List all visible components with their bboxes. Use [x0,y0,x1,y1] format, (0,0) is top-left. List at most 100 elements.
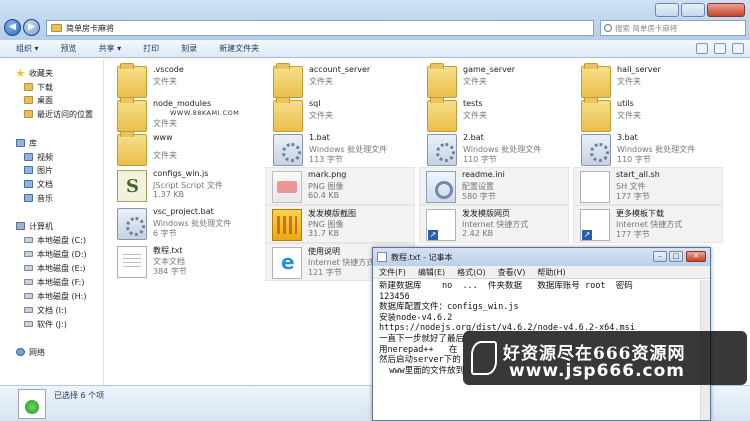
minimize-button[interactable] [655,3,679,17]
drive-icon [24,293,33,299]
batch-file-icon [427,134,457,166]
folder-icon [117,131,147,166]
sidebar-item-drive-i[interactable]: 文档 (I:) [24,304,67,316]
file-item[interactable]: utils 文件夹 [575,97,725,135]
search-input[interactable]: 搜索 简单房卡麻将 [600,20,746,36]
ini-file-icon [426,171,456,203]
new-folder-button[interactable]: 新建文件夹 [219,43,259,54]
notepad-close-button[interactable]: ✕ [686,251,706,262]
file-item-selected[interactable]: start_all.sh SH 文件 177 字节 [573,167,723,205]
menu-edit[interactable]: 编辑(E) [418,267,445,278]
sidebar-item-drive-h[interactable]: 本地磁盘 (H:) [24,290,87,302]
sidebar-item-music[interactable]: 音乐 [24,192,53,204]
selection-status: 已选择 6 个项 [54,391,105,400]
folder-icon [427,97,457,132]
view-options-icon[interactable] [696,43,708,54]
file-item[interactable]: .vscode 文件夹 [111,63,261,101]
share-button[interactable]: 共享 ▾ [99,43,122,54]
sidebar-item-documents[interactable]: 文档 [24,178,53,190]
notepad-minimize-button[interactable]: – [653,251,667,262]
batch-file-icon [273,134,303,166]
file-item[interactable]: tests 文件夹 [421,97,571,135]
burn-button[interactable]: 刻录 [181,43,197,54]
file-item[interactable]: game_server 文件夹 [421,63,571,101]
folder-icon [24,83,33,91]
organize-button[interactable]: 组织 ▾ [16,43,39,54]
preview-pane-icon[interactable] [714,43,726,54]
shortcut-icon [580,209,610,241]
notepad-icon [377,252,387,262]
sidebar-item-videos[interactable]: 视频 [24,151,53,163]
folder-icon [51,24,62,32]
sidebar-item-downloads[interactable]: 下载 [24,81,53,93]
folder-icon [273,63,303,98]
sh-file-icon [580,171,610,203]
sidebar-item-computer[interactable]: 计算机 [16,220,53,232]
sidebar-item-drive-d[interactable]: 本地磁盘 (D:) [24,248,87,260]
print-button[interactable]: 打印 [143,43,159,54]
file-item[interactable]: configs_win.jsJScript Script 文件1.37 KB [111,167,261,205]
search-icon [604,24,612,32]
sidebar-item-desktop[interactable]: 桌面 [24,94,53,106]
notepad-title: 教程.txt - 记事本 [391,253,453,262]
sidebar-item-libraries[interactable]: 库 [16,137,37,149]
sidebar-item-pictures[interactable]: 图片 [24,164,53,176]
sidebar-item-drive-e[interactable]: 本地磁盘 (E:) [24,262,86,274]
batch-file-icon [117,208,147,240]
folder-icon [581,63,611,98]
watermark-stamp: 好资源尽在666资源网 www.jsp666.com [463,331,747,385]
sidebar-item-drive-c[interactable]: 本地磁盘 (C:) [24,234,86,246]
file-item[interactable]: 2.bat Windows 批处理文件 110 字节 [421,131,571,169]
menu-file[interactable]: 文件(F) [379,267,406,278]
folder-icon [117,97,147,132]
forward-button[interactable]: ▶ [23,19,40,36]
menu-format[interactable]: 格式(O) [457,267,486,278]
file-item[interactable]: account_server 文件夹 [267,63,417,101]
batch-file-icon [581,134,611,166]
drive-icon [24,237,33,243]
sidebar-item-favorites[interactable]: 收藏夹 [16,67,53,79]
address-bar[interactable]: 简单房卡麻将 [46,20,594,36]
sidebar-item-drive-j[interactable]: 软件 (J:) [24,318,67,330]
folder-icon [117,63,147,98]
sidebar-item-network[interactable]: 网络 [16,346,45,358]
folder-icon [273,97,303,132]
image-thumb-icon [272,209,302,241]
file-item-selected[interactable]: 发发模版网页Internet 快捷方式2.42 KB [419,205,569,243]
image-file-icon [272,171,302,203]
file-item[interactable]: sql 文件夹 [267,97,417,135]
drive-icon [24,265,33,271]
file-item-selected[interactable]: readme.ini 配置设置 580 字节 [419,167,569,205]
file-item[interactable]: vsc_project.bat Windows 批处理文件 6 字节 [111,205,261,243]
site-watermark: WWW.88KAMI.COM [170,109,240,117]
library-icon [24,166,33,174]
navigation-pane: 收藏夹 下载 桌面 最近访问的位置 库 视频 图片 文档 音乐 计算机 本地磁盘… [0,59,104,385]
star-icon [16,69,25,77]
file-item-selected[interactable]: mark.png PNG 图像 60.4 KB [265,167,415,205]
folder-icon [24,110,33,118]
maximize-button[interactable] [681,3,705,17]
drive-icon [24,279,33,285]
file-item[interactable]: 3.bat Windows 批处理文件 110 字节 [575,131,725,169]
file-item[interactable]: hall_server 文件夹 [575,63,725,101]
close-button[interactable] [707,3,745,17]
notepad-maximize-button[interactable]: □ [669,251,683,262]
sidebar-item-recent[interactable]: 最近访问的位置 [24,108,93,120]
menu-view[interactable]: 查看(V) [498,267,526,278]
help-icon[interactable] [732,43,744,54]
back-button[interactable]: ◀ [4,19,21,36]
title-bar: ◀ ▶ 简单房卡麻将 搜索 简单房卡麻将 [0,0,750,40]
file-item[interactable]: 1.bat Windows 批处理文件 113 字节 [267,131,417,169]
sidebar-item-drive-f[interactable]: 本地磁盘 (F:) [24,276,84,288]
library-icon [24,194,33,202]
file-item-selected[interactable]: 发发模版截图 PNG 图像 31.7 KB [265,205,415,243]
file-item-selected[interactable]: 更多模板下载Internet 快捷方式177 字节 [573,205,723,243]
notepad-title-bar[interactable]: 教程.txt - 记事本 – □ ✕ [373,248,710,266]
library-icon [16,139,25,147]
file-item[interactable]: www 文件夹 [111,131,261,169]
menu-help[interactable]: 帮助(H) [537,267,565,278]
library-icon [24,153,33,161]
preview-button[interactable]: 预览 [61,43,77,54]
file-item[interactable]: 教程.txt 文本文档 384 字节 [111,243,261,281]
internet-shortcut-icon [272,247,302,279]
